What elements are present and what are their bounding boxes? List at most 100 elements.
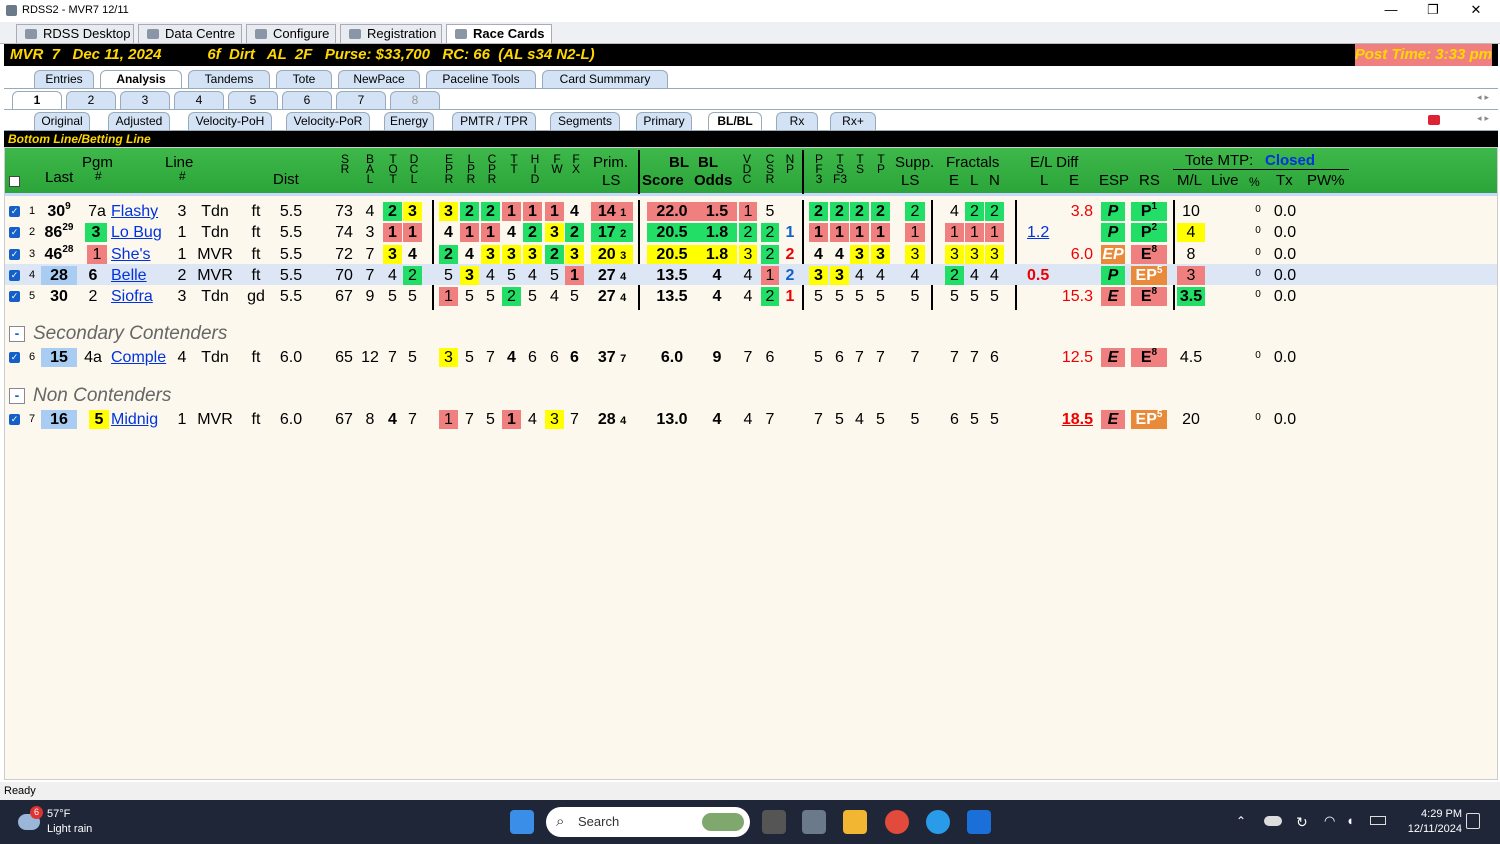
header-el-diff[interactable]: E/L Diff bbox=[1030, 155, 1078, 170]
table-row[interactable]: ✓ 6 15 4a Comple 4 Tdn ft 6.0 65 12 7 5 3 5 7 4 6 6 6 37 7 6.… bbox=[5, 346, 1497, 367]
battery-icon[interactable] bbox=[1370, 816, 1386, 825]
tab-analysis[interactable]: Analysis bbox=[100, 70, 182, 88]
tab-card-summary[interactable]: Card Summmary bbox=[542, 70, 668, 88]
header-epr[interactable]: E P R bbox=[443, 153, 455, 185]
horse-name-link[interactable]: Lo Bug bbox=[111, 223, 169, 242]
select-all-checkbox[interactable] bbox=[9, 176, 20, 187]
header-np[interactable]: N P bbox=[784, 153, 796, 175]
header-rs[interactable]: RS bbox=[1139, 173, 1160, 188]
tab-rx[interactable]: Rx bbox=[776, 112, 818, 130]
header-last[interactable]: Last bbox=[45, 170, 73, 185]
header-bl-odds[interactable]: Odds bbox=[694, 173, 732, 188]
close-button[interactable]: ✕ bbox=[1456, 1, 1496, 19]
maximize-button[interactable]: ❐ bbox=[1413, 1, 1453, 19]
tab-data-centre[interactable]: Data Centre bbox=[138, 24, 242, 43]
header-tx[interactable]: Tx bbox=[1276, 173, 1293, 188]
volume-icon[interactable]: ◖ bbox=[1346, 813, 1354, 828]
wifi-icon[interactable]: ◠ bbox=[1324, 813, 1335, 829]
tab-race-1[interactable]: 1 bbox=[12, 91, 62, 109]
table-row[interactable]: ✓ 3 4628 1 She's 1 MVR ft 5.5 72 7 3 4 2 4 3 3 3 2 3 20 3 20.… bbox=[5, 243, 1497, 264]
tab-paceline-tools[interactable]: Paceline Tools bbox=[426, 70, 536, 88]
taskbar-search[interactable]: ⌕ Search bbox=[546, 807, 750, 837]
tab-original[interactable]: Original bbox=[34, 112, 90, 130]
tab-tote[interactable]: Tote bbox=[276, 70, 332, 88]
row-checkbox[interactable]: ✓ bbox=[9, 248, 20, 260]
notification-icon[interactable] bbox=[1466, 813, 1480, 829]
tab-entries[interactable]: Entries bbox=[34, 70, 94, 88]
rdss-app-icon[interactable] bbox=[802, 810, 826, 834]
header-esp[interactable]: ESP bbox=[1099, 173, 1129, 188]
header-fw[interactable]: F W bbox=[551, 153, 563, 175]
horse-name-link[interactable]: She's bbox=[111, 245, 169, 264]
cloud-icon[interactable] bbox=[1264, 816, 1282, 826]
tab-bl-bl[interactable]: BL/BL bbox=[708, 112, 762, 130]
header-bal[interactable]: B A L bbox=[364, 153, 376, 185]
tab-race-8[interactable]: 8 bbox=[390, 91, 440, 109]
file-explorer-icon[interactable] bbox=[843, 810, 867, 834]
tab-race-2[interactable]: 2 bbox=[66, 91, 116, 109]
header-pgm[interactable]: Pgm bbox=[82, 155, 113, 170]
tab-velocity-por[interactable]: Velocity-PoR bbox=[286, 112, 370, 130]
tab-pmtr-tpr[interactable]: PMTR / TPR bbox=[452, 112, 536, 130]
header-sr[interactable]: S R bbox=[339, 153, 351, 175]
header-live[interactable]: Live bbox=[1211, 173, 1239, 188]
clock-date[interactable]: 12/11/2024 bbox=[1396, 823, 1462, 835]
tab-tandems[interactable]: Tandems bbox=[188, 70, 270, 88]
windows-start-icon[interactable] bbox=[510, 810, 534, 834]
tab-race-cards[interactable]: Race Cards bbox=[446, 24, 552, 43]
header-pw[interactable]: PW% bbox=[1307, 173, 1345, 188]
header-prim[interactable]: Prim. bbox=[593, 155, 628, 170]
tab-registration[interactable]: Registration bbox=[340, 24, 442, 43]
task-view-icon[interactable] bbox=[762, 810, 786, 834]
tab-newpace[interactable]: NewPace bbox=[338, 70, 420, 88]
header-tt[interactable]: T T bbox=[508, 153, 520, 175]
header-fractals[interactable]: Fractals bbox=[946, 155, 999, 170]
header-csr[interactable]: C S R bbox=[764, 153, 776, 185]
tab-race-7[interactable]: 7 bbox=[336, 91, 386, 109]
horse-name-link[interactable]: Siofra bbox=[111, 287, 169, 306]
header-supp[interactable]: Supp. bbox=[895, 155, 934, 170]
minimize-button[interactable]: — bbox=[1371, 1, 1411, 19]
horse-name-link[interactable]: Belle bbox=[111, 266, 169, 285]
clock-time[interactable]: 4:29 PM bbox=[1408, 808, 1462, 820]
header-tsf3[interactable]: T S F3 bbox=[831, 153, 849, 185]
horse-name-link[interactable]: Midnig bbox=[111, 410, 169, 429]
row-checkbox[interactable]: ✓ bbox=[9, 206, 20, 217]
header-dist[interactable]: Dist bbox=[273, 172, 299, 187]
collapse-secondary-button[interactable]: - bbox=[9, 326, 25, 342]
row-checkbox[interactable]: ✓ bbox=[9, 269, 20, 281]
tab-segments[interactable]: Segments bbox=[550, 112, 620, 130]
header-hid[interactable]: H I D bbox=[529, 153, 541, 185]
help-icon[interactable] bbox=[926, 810, 950, 834]
header-tp[interactable]: T P bbox=[875, 153, 887, 175]
tab-race-3[interactable]: 3 bbox=[120, 91, 170, 109]
header-tot[interactable]: T O T bbox=[387, 153, 399, 185]
scroll-arrows-icon[interactable]: ◂▸ bbox=[1477, 113, 1492, 124]
tab-race-5[interactable]: 5 bbox=[228, 91, 278, 109]
header-bl-score[interactable]: Score bbox=[642, 173, 684, 188]
table-row[interactable]: ✓ 7 16 5 Midnig 1 MVR ft 6.0 67 8 4 7 1 7 5 1 4 3 7 28 4 13.0… bbox=[5, 408, 1497, 429]
tray-chevron-icon[interactable]: ⌃ bbox=[1236, 814, 1246, 828]
tab-race-4[interactable]: 4 bbox=[174, 91, 224, 109]
tab-race-6[interactable]: 6 bbox=[282, 91, 332, 109]
tab-configure[interactable]: Configure bbox=[246, 24, 336, 43]
table-row[interactable]: ✓ 2 8629 3 Lo Bug 1 Tdn ft 5.5 74 3 1 1 4 1 1 4 2 3 2 17 2 20… bbox=[5, 221, 1497, 243]
header-line[interactable]: Line bbox=[165, 155, 193, 170]
header-ts[interactable]: T S bbox=[854, 153, 866, 175]
tab-primary[interactable]: Primary bbox=[636, 112, 692, 130]
header-fx[interactable]: F X bbox=[570, 153, 582, 175]
tab-rx-plus[interactable]: Rx+ bbox=[830, 112, 876, 130]
tab-rdss-desktop[interactable]: RDSS Desktop bbox=[16, 24, 134, 43]
collapse-noncontenders-button[interactable]: - bbox=[9, 388, 25, 404]
tab-velocity-poh[interactable]: Velocity-PoH bbox=[188, 112, 272, 130]
export-icon[interactable] bbox=[1428, 115, 1440, 125]
row-checkbox[interactable]: ✓ bbox=[9, 227, 20, 239]
tab-energy[interactable]: Energy bbox=[384, 112, 434, 130]
table-row[interactable]: ✓ 1 309 7a Flashy 3 Tdn ft 5.5 73 4 2 3 3 2 2 1 1 1 4 14 1 22… bbox=[5, 200, 1497, 221]
tab-adjusted[interactable]: Adjusted bbox=[108, 112, 170, 130]
scroll-arrows-icon[interactable]: ◂▸ bbox=[1477, 92, 1492, 103]
header-vdc[interactable]: V D C bbox=[741, 153, 753, 185]
app-icon[interactable] bbox=[967, 810, 991, 834]
sync-icon[interactable]: ↻ bbox=[1296, 814, 1308, 831]
header-dcl[interactable]: D C L bbox=[408, 153, 420, 185]
